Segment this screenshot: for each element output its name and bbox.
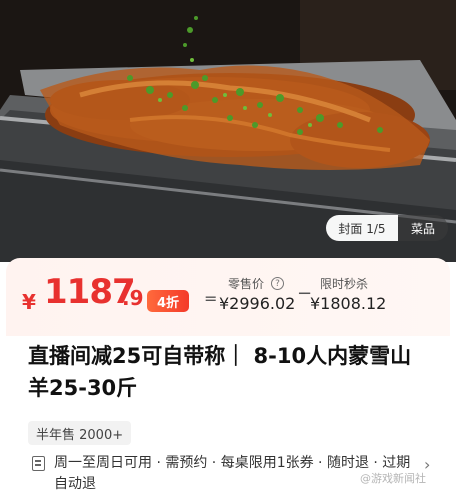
equals-sign: =	[204, 289, 218, 308]
sales-count-tag: 半年售 2000+	[28, 421, 132, 445]
image-category-tab[interactable]: 菜品	[398, 215, 448, 241]
question-circle-icon[interactable]: ?	[271, 277, 284, 290]
watermark: @游戏新闻社	[360, 472, 426, 485]
image-counter[interactable]: 封面 1/5	[326, 215, 398, 241]
product-title: 直播间减25可自带称｜ 8-10人内蒙雪山羊25-30斤	[28, 344, 412, 400]
retail-price-label: 零售价	[228, 277, 265, 291]
price-currency: ¥	[22, 290, 36, 314]
discount-badge: 4折	[147, 290, 189, 312]
document-icon	[32, 456, 45, 471]
price-decimal: .9	[122, 286, 144, 310]
flash-sale-value: ¥1808.12	[310, 294, 387, 313]
product-hero-image[interactable]: 封面 1/5 菜品	[0, 0, 456, 262]
retail-price-value: ¥2996.02	[219, 294, 296, 313]
flash-sale-label: 限时秒杀	[320, 277, 369, 291]
